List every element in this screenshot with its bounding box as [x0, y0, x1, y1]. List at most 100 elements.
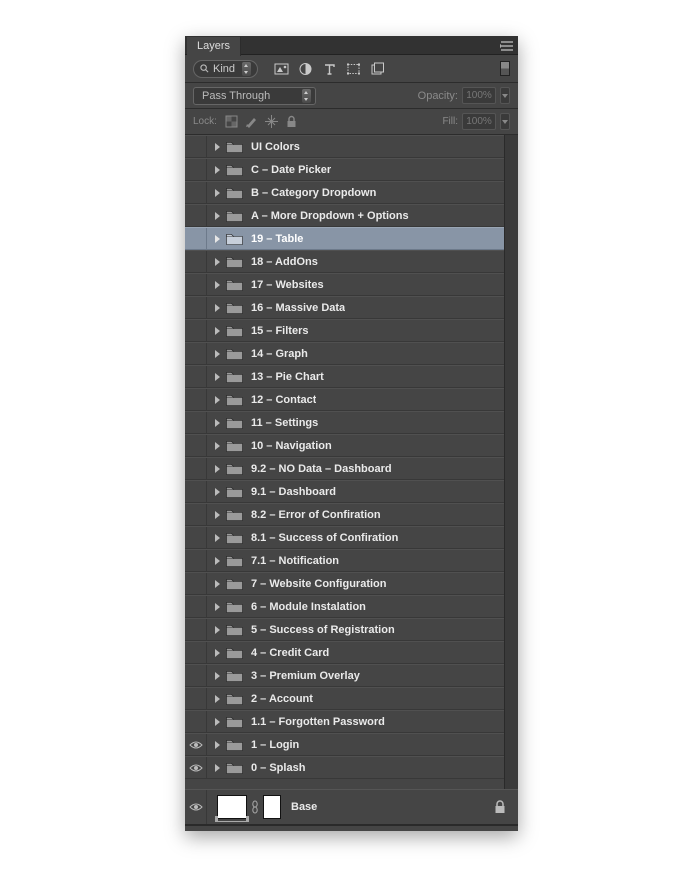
disclosure-triangle-icon[interactable]	[215, 534, 220, 542]
layer-row[interactable]: 17 – Websites	[185, 273, 504, 296]
disclosure-triangle-icon[interactable]	[215, 212, 220, 220]
disclosure-triangle-icon[interactable]	[215, 741, 220, 749]
disclosure-triangle-icon[interactable]	[215, 580, 220, 588]
layer-thumbnail[interactable]	[217, 795, 247, 819]
layer-name[interactable]: 1 – Login	[251, 739, 299, 751]
visibility-toggle[interactable]	[185, 205, 207, 226]
layer-name[interactable]: 1.1 – Forgotten Password	[251, 716, 385, 728]
visibility-toggle[interactable]	[185, 619, 207, 640]
visibility-toggle[interactable]	[185, 412, 207, 433]
disclosure-triangle-icon[interactable]	[215, 189, 220, 197]
layer-name[interactable]: 0 – Splash	[251, 762, 305, 774]
visibility-toggle[interactable]	[185, 366, 207, 387]
layer-row[interactable]: 3 – Premium Overlay	[185, 664, 504, 687]
layer-name[interactable]: 9.2 – NO Data – Dashboard	[251, 463, 392, 475]
panel-menu-icon[interactable]	[500, 41, 514, 51]
visibility-toggle[interactable]	[185, 481, 207, 502]
visibility-toggle[interactable]	[185, 734, 207, 755]
disclosure-triangle-icon[interactable]	[215, 603, 220, 611]
layer-row[interactable]: 8.2 – Error of Confiration	[185, 503, 504, 526]
type-layer-filter-icon[interactable]	[322, 62, 337, 76]
layer-row[interactable]: 6 – Module Instalation	[185, 595, 504, 618]
layer-name[interactable]: 3 – Premium Overlay	[251, 670, 360, 682]
layer-row[interactable]: 8.1 – Success of Confiration	[185, 526, 504, 549]
layer-row[interactable]: 9.2 – NO Data – Dashboard	[185, 457, 504, 480]
disclosure-triangle-icon[interactable]	[215, 764, 220, 772]
lock-all-icon[interactable]	[285, 115, 298, 128]
opacity-dropdown-icon[interactable]	[500, 87, 510, 104]
visibility-toggle[interactable]	[185, 596, 207, 617]
layer-row[interactable]: A – More Dropdown + Options	[185, 204, 504, 227]
layer-name[interactable]: 6 – Module Instalation	[251, 601, 366, 613]
pixel-layer-filter-icon[interactable]	[274, 62, 289, 76]
layer-row[interactable]: 7 – Website Configuration	[185, 572, 504, 595]
visibility-toggle[interactable]	[185, 251, 207, 272]
panel-tab-layers[interactable]: Layers	[187, 37, 241, 56]
layer-row[interactable]: 4 – Credit Card	[185, 641, 504, 664]
smart-object-filter-icon[interactable]	[370, 62, 385, 76]
layer-row[interactable]: 16 – Massive Data	[185, 296, 504, 319]
layer-name[interactable]: 5 – Success of Registration	[251, 624, 395, 636]
layer-row[interactable]: B – Category Dropdown	[185, 181, 504, 204]
layer-row[interactable]: 5 – Success of Registration	[185, 618, 504, 641]
layer-row[interactable]: 10 – Navigation	[185, 434, 504, 457]
visibility-toggle[interactable]	[185, 228, 207, 249]
visibility-toggle[interactable]	[185, 504, 207, 525]
layer-name[interactable]: UI Colors	[251, 141, 300, 153]
layer-name[interactable]: 19 – Table	[251, 233, 303, 245]
disclosure-triangle-icon[interactable]	[215, 626, 220, 634]
lock-icon[interactable]	[494, 800, 506, 814]
lock-position-icon[interactable]	[265, 115, 278, 128]
visibility-toggle[interactable]	[185, 389, 207, 410]
fill-dropdown-icon[interactable]	[500, 113, 510, 130]
layer-name[interactable]: B – Category Dropdown	[251, 187, 376, 199]
disclosure-triangle-icon[interactable]	[215, 488, 220, 496]
layer-name[interactable]: 10 – Navigation	[251, 440, 332, 452]
lock-pixels-icon[interactable]	[245, 115, 258, 128]
layer-name[interactable]: 14 – Graph	[251, 348, 308, 360]
fill-value-field[interactable]: 100%	[462, 113, 496, 130]
layer-name[interactable]: 17 – Websites	[251, 279, 324, 291]
layer-name[interactable]: 4 – Credit Card	[251, 647, 329, 659]
layer-name[interactable]: A – More Dropdown + Options	[251, 210, 409, 222]
scrollbar[interactable]	[504, 135, 518, 789]
visibility-toggle[interactable]	[185, 435, 207, 456]
disclosure-triangle-icon[interactable]	[215, 649, 220, 657]
layer-name[interactable]: 8.1 – Success of Confiration	[251, 532, 398, 544]
visibility-toggle[interactable]	[185, 458, 207, 479]
disclosure-triangle-icon[interactable]	[215, 281, 220, 289]
disclosure-triangle-icon[interactable]	[215, 419, 220, 427]
visibility-toggle[interactable]	[185, 182, 207, 203]
layer-row[interactable]: 1 – Login	[185, 733, 504, 756]
layer-row[interactable]: 11 – Settings	[185, 411, 504, 434]
disclosure-triangle-icon[interactable]	[215, 166, 220, 174]
layer-row[interactable]: 13 – Pie Chart	[185, 365, 504, 388]
base-layer-row[interactable]: Base	[185, 789, 518, 825]
mask-thumbnail[interactable]	[263, 795, 281, 819]
shape-layer-filter-icon[interactable]	[346, 62, 361, 76]
disclosure-triangle-icon[interactable]	[215, 235, 220, 243]
layer-name[interactable]: C – Date Picker	[251, 164, 331, 176]
visibility-toggle[interactable]	[185, 642, 207, 663]
layer-name[interactable]: 8.2 – Error of Confiration	[251, 509, 381, 521]
layer-name[interactable]: 18 – AddOns	[251, 256, 318, 268]
disclosure-triangle-icon[interactable]	[215, 718, 220, 726]
opacity-value-field[interactable]: 100%	[462, 87, 496, 104]
layer-row[interactable]: 0 – Splash	[185, 756, 504, 779]
layer-row[interactable]: 7.1 – Notification	[185, 549, 504, 572]
disclosure-triangle-icon[interactable]	[215, 258, 220, 266]
disclosure-triangle-icon[interactable]	[215, 465, 220, 473]
mask-link-icon[interactable]	[251, 800, 259, 814]
visibility-toggle[interactable]	[185, 159, 207, 180]
layer-row[interactable]: 12 – Contact	[185, 388, 504, 411]
disclosure-triangle-icon[interactable]	[215, 396, 220, 404]
layer-name[interactable]: 12 – Contact	[251, 394, 316, 406]
filter-color-chip[interactable]	[500, 61, 510, 76]
visibility-toggle[interactable]	[185, 527, 207, 548]
disclosure-triangle-icon[interactable]	[215, 695, 220, 703]
visibility-toggle[interactable]	[185, 343, 207, 364]
layers-list[interactable]: UI Colors C – Date Picker B – Category Dro…	[185, 135, 504, 789]
layer-row[interactable]: 2 – Account	[185, 687, 504, 710]
disclosure-triangle-icon[interactable]	[215, 557, 220, 565]
visibility-toggle[interactable]	[185, 297, 207, 318]
